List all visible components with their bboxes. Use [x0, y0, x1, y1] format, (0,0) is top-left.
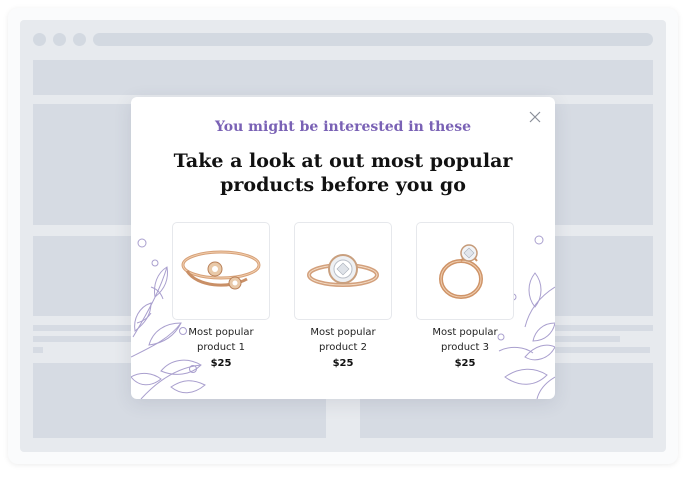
- window-dot-close[interactable]: [33, 33, 46, 46]
- window-dot-maximize[interactable]: [73, 33, 86, 46]
- address-bar-placeholder[interactable]: [93, 33, 653, 46]
- product-price-1: $25: [210, 358, 232, 369]
- product-name-line: Most popular: [310, 327, 376, 338]
- popup-title-line-2: products before you go: [220, 174, 466, 196]
- product-image-2[interactable]: [294, 222, 392, 320]
- product-name-line: product 3: [440, 342, 489, 353]
- header-placeholder: [33, 60, 653, 95]
- product-name-1[interactable]: Most popular product 1: [172, 325, 270, 355]
- product-card-2[interactable]: Most popular product 2 $25: [294, 222, 392, 369]
- popup-title-line-1: Take a look at out most popular: [173, 150, 513, 172]
- solitaire-ring-image: [439, 244, 483, 299]
- text-line-placeholder: [33, 347, 43, 353]
- product-image-3[interactable]: [416, 222, 514, 320]
- product-price-3: $25: [454, 358, 476, 369]
- product-card-3[interactable]: Most popular product 3 $25: [416, 222, 514, 369]
- product-name-3[interactable]: Most popular product 3: [416, 325, 514, 355]
- product-price-2: $25: [332, 358, 354, 369]
- open-ring-flower-image: [181, 250, 261, 290]
- exit-intent-popup: You might be interested in these Take a …: [131, 97, 555, 399]
- product-name-line: Most popular: [188, 327, 254, 338]
- product-name-2[interactable]: Most popular product 2: [294, 325, 392, 355]
- halo-diamond-ring-image: [307, 254, 379, 287]
- product-card-1[interactable]: Most popular product 1 $25: [172, 222, 270, 369]
- product-name-line: Most popular: [432, 327, 498, 338]
- product-name-line: product 2: [318, 342, 367, 353]
- popup-title: Take a look at out most popular products…: [161, 149, 525, 197]
- popup-subtitle: You might be interested in these: [215, 119, 471, 135]
- window-dot-minimize[interactable]: [53, 33, 66, 46]
- product-name-line: product 1: [196, 342, 245, 353]
- product-image-1[interactable]: [172, 222, 270, 320]
